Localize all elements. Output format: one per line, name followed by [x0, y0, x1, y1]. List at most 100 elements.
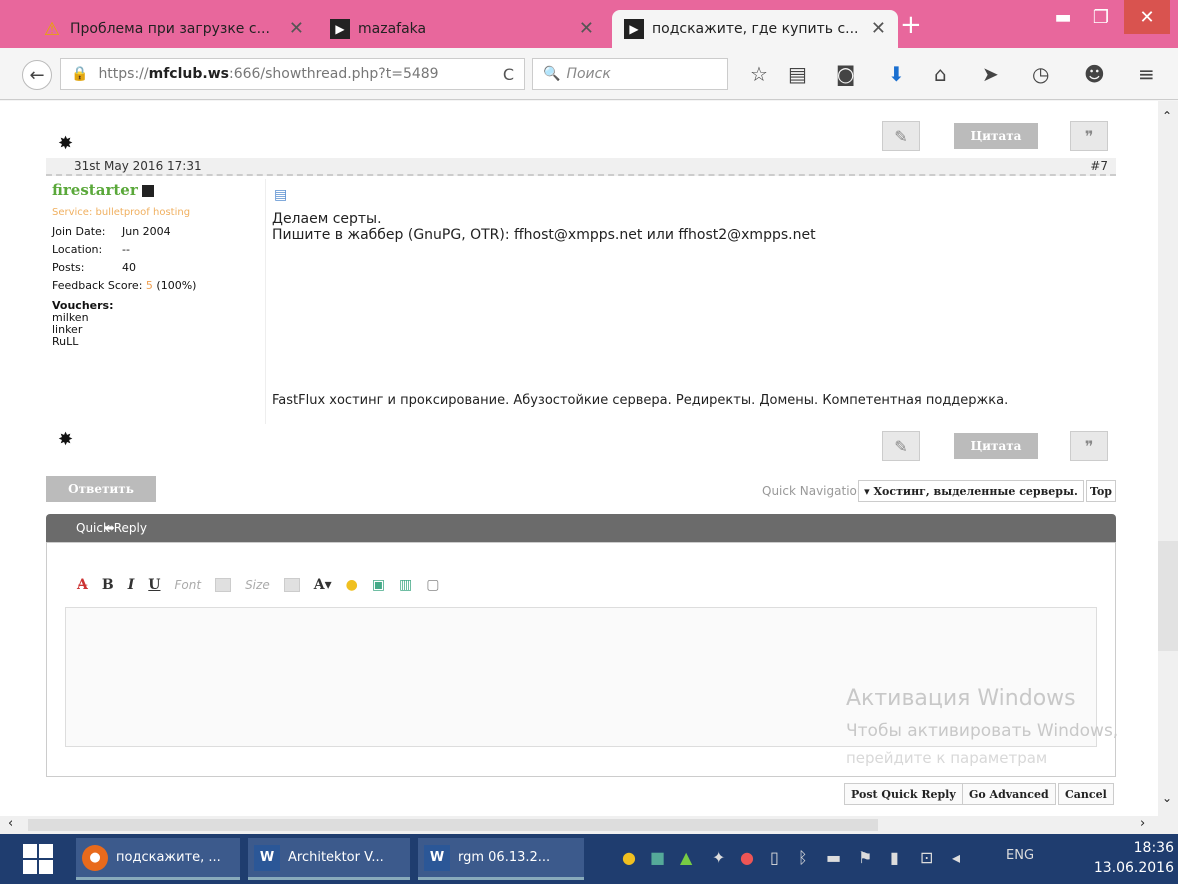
location: Location: --: [52, 243, 130, 256]
smiley-icon[interactable]: ☻: [1084, 62, 1105, 86]
underline-button[interactable]: U: [148, 577, 160, 593]
quote-button[interactable]: Цитата: [954, 433, 1038, 459]
network-icon[interactable]: ⊡: [920, 848, 933, 867]
scroll-up-icon[interactable]: ⌃: [1162, 109, 1172, 123]
document-icon: ▤: [274, 187, 288, 203]
edit-post-icon[interactable]: ✎: [882, 121, 920, 151]
send-icon[interactable]: ➤: [982, 62, 999, 86]
reload-icon[interactable]: C: [503, 65, 514, 84]
search-icon: 🔍: [543, 66, 561, 82]
scroll-right-icon[interactable]: ›: [1140, 816, 1145, 831]
post-number[interactable]: #7: [1090, 159, 1108, 173]
new-tab-button[interactable]: +: [900, 10, 922, 40]
collapse-arrow-icon[interactable]: ➥: [104, 521, 115, 536]
smiley-insert-icon[interactable]: ●: [346, 577, 358, 593]
font-dropdown-icon[interactable]: [215, 578, 232, 592]
tab-2[interactable]: ▶ подскажите, где купить с... ✕: [612, 10, 898, 48]
maximize-icon[interactable]: ❐: [1078, 0, 1124, 34]
user-info: firestarter Service: bulletproof hosting…: [48, 179, 266, 424]
username-text[interactable]: firestarter: [52, 181, 138, 199]
warning-icon: ⚠: [43, 18, 61, 40]
taskbar-app-firefox[interactable]: ● подскажите, ...: [76, 838, 240, 880]
italic-button[interactable]: I: [128, 577, 135, 593]
video-insert-icon[interactable]: ▥: [399, 577, 412, 593]
status-star-icon: ✸: [58, 133, 74, 154]
post-quick-reply-button[interactable]: Post Quick Reply: [844, 783, 963, 805]
tray-app-icon[interactable]: ▲: [680, 848, 692, 867]
voucher-item[interactable]: RuLL: [52, 335, 78, 348]
taskbar-app-label: Architektor V...: [288, 850, 384, 865]
tray-app-icon[interactable]: ▬: [826, 848, 841, 867]
tray-app-icon[interactable]: ●: [622, 848, 636, 867]
url-host: mfclub.ws: [148, 66, 229, 82]
top-button[interactable]: Top: [1086, 480, 1116, 502]
multiquote-icon[interactable]: ❞: [1070, 121, 1108, 151]
tray-app-icon[interactable]: ✦: [712, 848, 725, 867]
size-dropdown-icon[interactable]: [283, 578, 300, 592]
posts-label: Posts:: [52, 261, 85, 274]
close-window-icon[interactable]: ✕: [1124, 0, 1170, 34]
feedback-value[interactable]: 5: [146, 279, 153, 292]
flag-icon[interactable]: ⚑: [858, 848, 872, 867]
scroll-thumb[interactable]: [1158, 541, 1178, 651]
menu-icon[interactable]: ≡: [1138, 62, 1155, 86]
status-square-icon: [141, 185, 154, 197]
history-icon[interactable]: ◷: [1032, 62, 1049, 86]
username[interactable]: firestarter: [52, 181, 154, 199]
taskbar: ● подскажите, ... W Architektor V... W r…: [0, 834, 1178, 884]
image-insert-icon[interactable]: ▣: [372, 577, 385, 593]
close-tab-icon[interactable]: ✕: [289, 18, 304, 39]
bluetooth-icon[interactable]: ᛒ: [798, 848, 808, 867]
vertical-scrollbar[interactable]: ⌃ ⌄: [1158, 101, 1178, 816]
home-icon[interactable]: ⌂: [934, 62, 947, 86]
tab-1[interactable]: ▶ mazafaka ✕: [318, 10, 606, 48]
quote-button[interactable]: Цитата: [954, 123, 1038, 149]
reading-list-icon[interactable]: ▤: [788, 62, 807, 86]
language-indicator[interactable]: ENG: [1006, 848, 1034, 863]
quick-nav-label: Quick Navigation: [762, 484, 865, 498]
browser-navbar: ← 🔒 https://mfclub.ws:666/showthread.php…: [0, 48, 1178, 100]
remove-format-icon[interactable]: A̶: [77, 577, 88, 593]
volume-icon[interactable]: ◂: [952, 848, 960, 867]
scroll-left-icon[interactable]: ‹: [8, 816, 13, 831]
multiquote-icon[interactable]: ❞: [1070, 431, 1108, 461]
close-tab-icon[interactable]: ✕: [579, 18, 594, 39]
back-arrow-icon[interactable]: ←: [22, 60, 52, 90]
search-input[interactable]: 🔍 Поиск: [532, 58, 728, 90]
quick-nav-select[interactable]: ▾ Хостинг, выделенные серверы.: [858, 480, 1084, 502]
post-signature: FastFlux хостинг и проксирование. Абузос…: [272, 393, 1009, 408]
download-icon[interactable]: ⬇: [888, 62, 905, 86]
pocket-icon[interactable]: ◙: [836, 62, 855, 86]
horizontal-scrollbar[interactable]: ‹ ›: [0, 816, 1178, 834]
close-tab-icon[interactable]: ✕: [871, 18, 886, 39]
bold-button[interactable]: B: [102, 577, 114, 593]
font-select[interactable]: Font: [175, 578, 202, 592]
tray-app-icon[interactable]: ▯: [770, 848, 779, 867]
size-select[interactable]: Size: [245, 578, 270, 592]
clock[interactable]: 18:36 13.06.2016: [1078, 838, 1174, 878]
reply-button[interactable]: Ответить: [46, 476, 156, 502]
firefox-icon: ●: [82, 844, 108, 871]
tray-app-icon[interactable]: ■: [650, 848, 665, 867]
url-bar[interactable]: 🔒 https://mfclub.ws:666/showthread.php?t…: [60, 58, 525, 90]
cancel-button[interactable]: Cancel: [1058, 783, 1114, 805]
go-advanced-button[interactable]: Go Advanced: [962, 783, 1056, 805]
location-value: --: [122, 243, 130, 256]
battery-icon[interactable]: ▮: [890, 848, 899, 867]
tab-0[interactable]: ⚠ Проблема при загрузке с... ✕: [30, 10, 316, 48]
bookmark-star-icon[interactable]: ☆: [750, 62, 768, 86]
quote-insert-icon[interactable]: ▢: [426, 577, 439, 593]
edit-post-icon[interactable]: ✎: [882, 431, 920, 461]
join-date: Join Date: Jun 2004: [52, 225, 171, 238]
message-line: Делаем серты.: [272, 211, 382, 227]
posts-count: Posts: 40: [52, 261, 136, 274]
scroll-down-icon[interactable]: ⌄: [1162, 791, 1172, 805]
hscroll-thumb[interactable]: [28, 819, 878, 831]
reply-label: Ответить: [68, 482, 134, 496]
clock-time: 18:36: [1133, 840, 1174, 856]
taskbar-app-word-2[interactable]: W rgm 06.13.2...: [418, 838, 584, 880]
taskbar-app-word-1[interactable]: W Architektor V...: [248, 838, 410, 880]
text-color-icon[interactable]: A▾: [314, 577, 332, 593]
windows-start-icon[interactable]: [8, 838, 68, 880]
tray-app-icon[interactable]: ●: [740, 848, 754, 867]
